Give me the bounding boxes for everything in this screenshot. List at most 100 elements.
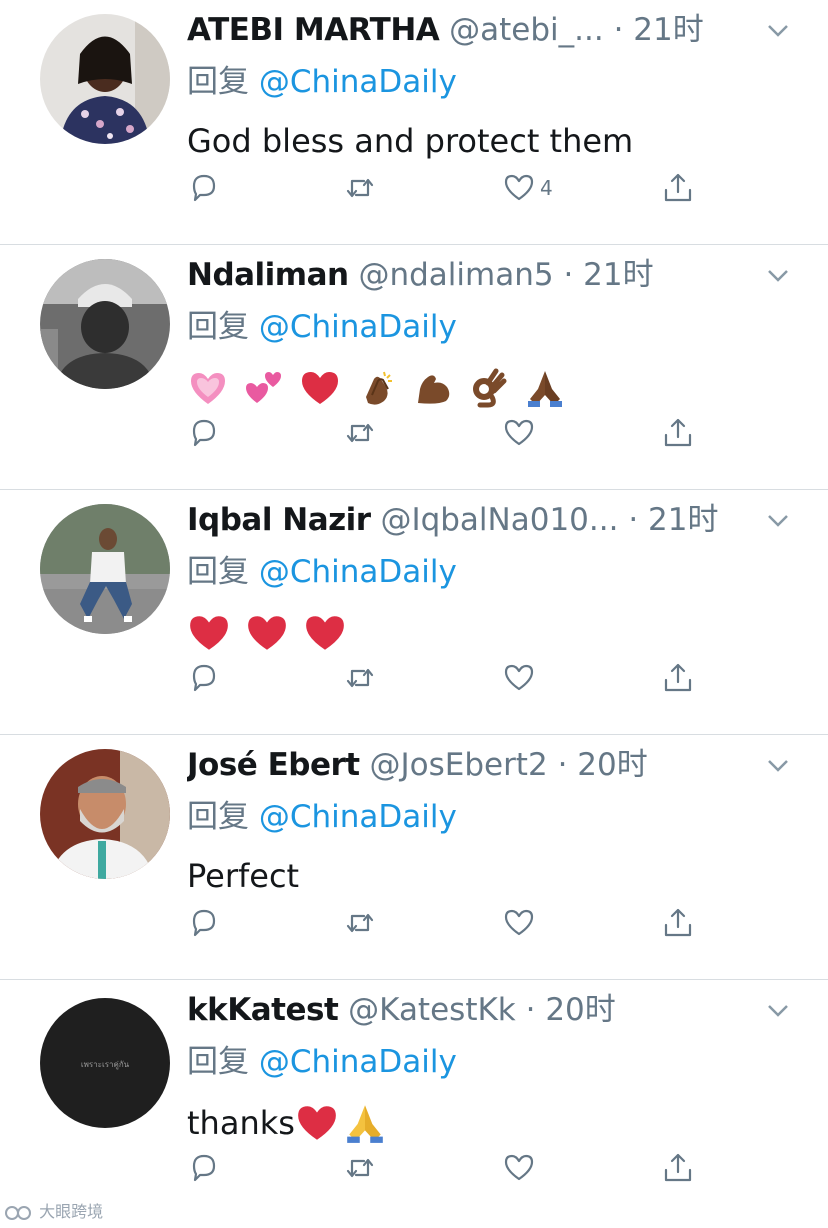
tweet-item[interactable]: José Ebert @JosEbert2 · 20时 回复 @ChinaDai… xyxy=(0,735,828,980)
user-handle[interactable]: @KatestKk xyxy=(348,992,516,1028)
reply-button[interactable] xyxy=(186,658,220,698)
tweet-text-row: thanks xyxy=(187,1096,391,1146)
tweet-item[interactable]: ATEBI MARTHA @atebi_... · 21时 回复 @ChinaD… xyxy=(0,0,828,245)
retweet-icon xyxy=(346,178,374,198)
like-count: 4 xyxy=(540,176,553,200)
retweet-button[interactable] xyxy=(343,658,377,698)
timestamp[interactable]: 21时 xyxy=(583,257,653,293)
reply-to-handle[interactable]: @ChinaDaily xyxy=(259,309,457,345)
tweet-header: kkKatest @KatestKk · 20时 xyxy=(187,988,757,1032)
avatar-dark-circle-icon: เพราะเราคู่กัน xyxy=(40,998,170,1128)
retweet-icon xyxy=(346,668,374,688)
retweet-button[interactable] xyxy=(343,413,377,453)
reply-button[interactable] xyxy=(186,413,220,453)
share-icon xyxy=(664,173,692,202)
share-icon xyxy=(664,663,692,692)
retweet-icon xyxy=(346,913,374,933)
tweet-text: God bless and protect them xyxy=(187,122,634,160)
tweet-text: Perfect xyxy=(187,857,300,895)
chevron-down-icon[interactable] xyxy=(764,18,792,42)
share-button[interactable] xyxy=(661,658,695,698)
reply-icon xyxy=(192,1154,216,1182)
tweet-item[interactable]: Ndaliman @ndaliman5 · 21时 回复 @ChinaDaily xyxy=(0,245,828,490)
avatar[interactable] xyxy=(40,14,170,144)
retweet-button[interactable] xyxy=(343,168,377,208)
reply-button[interactable] xyxy=(186,1148,220,1188)
chevron-down-icon[interactable] xyxy=(764,998,792,1022)
reply-button[interactable] xyxy=(186,168,220,208)
two-hearts-icon xyxy=(246,372,282,403)
share-button[interactable] xyxy=(661,413,695,453)
share-icon xyxy=(664,908,692,937)
like-button[interactable] xyxy=(502,413,536,453)
reply-context: 回复 @ChinaDaily xyxy=(187,305,457,349)
avatar[interactable] xyxy=(40,259,170,389)
action-bar xyxy=(0,903,828,943)
share-button[interactable] xyxy=(661,168,695,208)
clapping-hands-icon xyxy=(365,371,392,405)
display-name[interactable]: Ndaliman xyxy=(187,257,349,293)
tweet-header: Ndaliman @ndaliman5 · 21时 xyxy=(187,253,757,297)
like-button[interactable] xyxy=(502,903,536,943)
reply-to-handle[interactable]: @ChinaDaily xyxy=(259,1044,457,1080)
tweet-text xyxy=(187,361,570,411)
red-heart-icon xyxy=(298,1106,336,1140)
reply-to-handle[interactable]: @ChinaDaily xyxy=(259,64,457,100)
tweet-header: José Ebert @JosEbert2 · 20时 xyxy=(187,743,757,787)
timestamp[interactable]: 20时 xyxy=(545,992,615,1028)
tweet-header: Iqbal Nazir @IqbalNa010... · 21时 xyxy=(187,498,757,542)
chevron-down-icon[interactable] xyxy=(764,263,792,287)
reply-context: 回复 @ChinaDaily xyxy=(187,550,457,594)
display-name[interactable]: ATEBI MARTHA xyxy=(187,12,440,48)
timestamp[interactable]: 21时 xyxy=(648,502,718,538)
user-handle[interactable]: @ndaliman5 xyxy=(358,257,553,293)
red-heart-icon xyxy=(248,616,287,650)
tweet-item[interactable]: เพราะเราคู่กัน kkKatest @KatestKk · 20时 … xyxy=(0,980,828,1225)
reply-icon xyxy=(192,174,216,202)
display-name[interactable]: Iqbal Nazir xyxy=(187,502,371,538)
tweet-header: ATEBI MARTHA @atebi_... · 21时 xyxy=(187,8,757,52)
share-button[interactable] xyxy=(661,903,695,943)
like-button[interactable]: 4 xyxy=(502,168,553,208)
chevron-down-icon[interactable] xyxy=(764,508,792,532)
avatar[interactable] xyxy=(40,504,170,634)
action-bar xyxy=(0,658,828,698)
avatar[interactable]: เพราะเราคู่กัน xyxy=(40,998,170,1128)
share-button[interactable] xyxy=(661,1148,695,1188)
user-handle[interactable]: @IqbalNa010... xyxy=(380,502,618,538)
reply-prefix: 回复 xyxy=(187,554,249,590)
retweet-button[interactable] xyxy=(343,903,377,943)
red-heart-icon xyxy=(190,616,228,650)
avatar-man-beard-icon xyxy=(40,749,170,879)
timestamp[interactable]: 20时 xyxy=(577,747,647,783)
retweet-button[interactable] xyxy=(343,1148,377,1188)
separator-dot: · xyxy=(525,992,536,1028)
action-bar: 4 xyxy=(0,168,828,208)
display-name[interactable]: kkKatest xyxy=(187,992,339,1028)
avatar-man-seated-icon xyxy=(40,504,170,634)
display-name[interactable]: José Ebert xyxy=(187,747,360,783)
reply-to-handle[interactable]: @ChinaDaily xyxy=(259,554,457,590)
flexed-biceps-icon xyxy=(417,375,449,404)
avatar-caption: เพราะเราคู่กัน xyxy=(81,1060,130,1070)
user-handle[interactable]: @atebi_... xyxy=(449,12,604,48)
retweet-icon xyxy=(346,423,374,443)
folded-hands-icon xyxy=(347,1105,383,1143)
watermark-logo-icon xyxy=(5,1205,31,1220)
heart-icon xyxy=(504,419,534,446)
reply-context: 回复 @ChinaDaily xyxy=(187,1040,457,1084)
timestamp[interactable]: 21时 xyxy=(633,12,703,48)
like-button[interactable] xyxy=(502,658,536,698)
tweet-item[interactable]: Iqbal Nazir @IqbalNa010... · 21时 回复 @Chi… xyxy=(0,490,828,735)
like-button[interactable] xyxy=(502,1148,536,1188)
user-handle[interactable]: @JosEbert2 xyxy=(369,747,547,783)
reply-to-handle[interactable]: @ChinaDaily xyxy=(259,799,457,835)
chevron-down-icon[interactable] xyxy=(764,753,792,777)
reply-button[interactable] xyxy=(186,903,220,943)
avatar[interactable] xyxy=(40,749,170,879)
separator-dot: · xyxy=(563,257,574,293)
watermark: 大眼跨境 xyxy=(4,1200,103,1224)
separator-dot: · xyxy=(557,747,568,783)
reply-icon xyxy=(192,909,216,937)
reply-prefix: 回复 xyxy=(187,1044,249,1080)
